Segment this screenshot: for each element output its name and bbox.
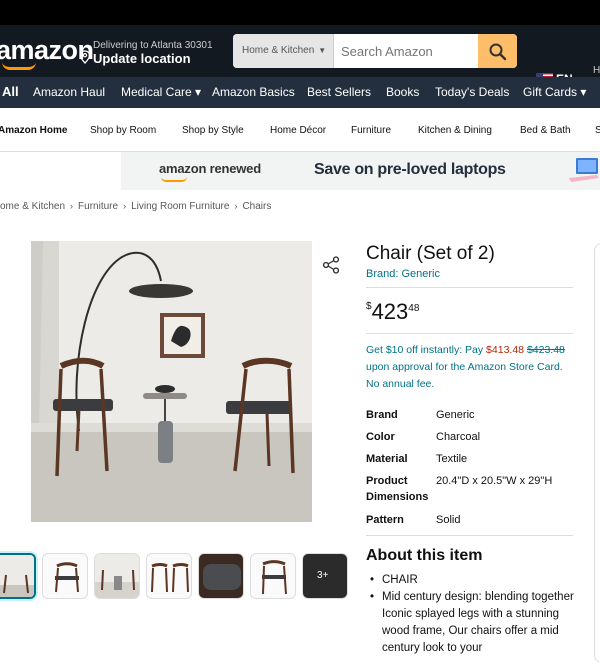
breadcrumb-chairs[interactable]: Chairs [242,201,271,212]
catnav-shop-by-style[interactable]: Shop by Style [182,125,244,136]
caret-down-icon: ▼ [318,46,327,55]
chevron-right-icon: › [234,201,238,211]
spec-value: Textile [436,453,468,465]
nav-medical-care[interactable]: Medical Care ▾ [121,85,201,99]
spec-value: Charcoal [436,431,481,443]
spec-value: Solid [436,514,461,526]
promo-rest: upon approval for the Amazon Store Card.… [366,361,563,390]
spec-value: 20.4"D x 20.5"W x 29"H [436,475,553,487]
catnav-kitchen-dining[interactable]: Kitchen & Dining [418,125,492,136]
catnav-furniture[interactable]: Furniture [351,125,391,136]
divider [366,287,573,288]
thumbnail-4[interactable] [146,553,192,599]
delivery-line-1: Delivering to Atlanta 30301 [93,40,213,51]
promo-banner[interactable]: amazon renewed Save on pre-loved laptops [121,152,600,190]
laptop-icon [569,158,599,182]
search-icon [489,43,507,61]
nav-todays-deals[interactable]: Today's Deals [435,85,509,99]
store-card-promo[interactable]: Get $10 off instantly: Pay $413.48 $423.… [366,342,576,393]
about-heading: About this item [366,547,483,564]
product-price: $42348 [366,299,419,325]
thumbnail-1[interactable] [0,553,36,599]
spec-key: Color [366,431,395,443]
divider [366,535,573,536]
breadcrumb: ome & Kitchen › Furniture › Living Room Furn… [0,201,271,212]
spec-key: Brand [366,409,398,421]
brand-link[interactable]: Brand: Generic [366,268,440,280]
product-title: Chair (Set of 2) [366,243,495,264]
breadcrumb-living-room[interactable]: Living Room Furniture [131,201,229,212]
catnav-more[interactable]: S [595,125,600,136]
more-thumbnails-count: 3+ [317,570,329,581]
spec-key: Pattern [366,514,404,526]
delivery-line-2: Update location [93,51,191,66]
catnav-amazon-home[interactable]: Amazon Home [0,125,67,136]
thumbnail-6[interactable] [250,553,296,599]
catnav-home-decor[interactable]: Home Décor [270,125,326,136]
search-input[interactable] [335,34,479,68]
nav-best-sellers[interactable]: Best Sellers [307,85,371,99]
nav-gift-cards[interactable]: Gift Cards ▾ [523,85,586,99]
promo-pay-price: $413.48 [486,344,525,356]
price-whole: 423 [371,299,409,324]
about-bullets: CHAIR Mid century design: blending toget… [370,572,575,657]
account-hello[interactable]: H [593,65,600,76]
location-pin-icon [79,50,91,64]
share-icon[interactable] [322,256,340,274]
promo-text: Get $10 off instantly: Pay [366,344,487,356]
spec-value: Generic [436,409,475,421]
breadcrumb-home-kitchen[interactable]: ome & Kitchen [0,201,65,212]
search-category-label: Home & Kitchen [242,45,315,56]
search-category-select[interactable]: Home & Kitchen ▼ [233,34,334,68]
nav-all[interactable]: All [2,84,19,99]
list-item: CHAIR [370,572,575,589]
nav-books[interactable]: Books [386,85,419,99]
banner-title: Save on pre-loved laptops [314,161,506,178]
thumbnail-5[interactable] [198,553,244,599]
thumbnail-2[interactable] [42,553,88,599]
search-button[interactable] [478,34,517,68]
nav-amazon-haul[interactable]: Amazon Haul [33,85,105,99]
main-product-image[interactable] [31,241,312,522]
category-nav: Amazon Home Shop by Room Shop by Style H… [0,108,600,152]
renewed-smile-icon [161,177,187,182]
breadcrumb-furniture[interactable]: Furniture [78,201,118,212]
buy-box-edge [594,243,600,662]
list-item: Mid century design: blending together Ic… [370,589,575,657]
spec-key: Material [366,453,408,465]
chevron-right-icon: › [70,201,74,211]
top-black-bar [0,0,600,25]
search-bar: Home & Kitchen ▼ [233,34,517,68]
thumbnail-more[interactable]: 3+ [302,553,348,599]
promo-strike-price: $423.48 [526,344,565,356]
chevron-right-icon: › [123,201,127,211]
amazon-renewed-logo: amazon renewed [159,161,261,176]
thumbnail-3[interactable] [94,553,140,599]
catnav-shop-by-room[interactable]: Shop by Room [90,125,156,136]
price-cents: 48 [408,303,420,314]
secondary-nav: All Amazon Haul Medical Care ▾ Amazon Ba… [0,77,600,108]
logo-smile-icon [2,62,36,70]
divider [366,333,573,334]
catnav-bed-bath[interactable]: Bed & Bath [520,125,571,136]
nav-amazon-basics[interactable]: Amazon Basics [212,85,295,99]
spec-key: Product Dimensions [366,475,429,503]
